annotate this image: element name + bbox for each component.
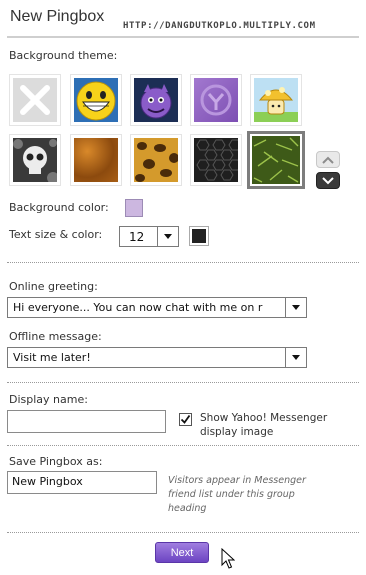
- dropdown-arrow-icon: [157, 227, 178, 246]
- header-divider: [7, 36, 359, 38]
- hex-mesh-icon: [194, 138, 238, 182]
- mushroom-icon: [254, 78, 298, 122]
- show-display-image-checkbox[interactable]: [179, 413, 192, 426]
- display-name-input[interactable]: [7, 410, 166, 433]
- online-greeting-value: Hi everyone... You can now chat with me …: [13, 301, 263, 314]
- mouse-cursor-icon: [221, 547, 236, 575]
- next-button[interactable]: Next: [155, 542, 209, 563]
- text-size-value: 12: [129, 230, 145, 244]
- orange-texture-icon: [74, 138, 118, 182]
- theme-hex-mesh[interactable]: [190, 134, 242, 186]
- background-color-swatch[interactable]: [125, 199, 143, 217]
- online-greeting-select[interactable]: Hi everyone... You can now chat with me …: [7, 297, 307, 318]
- watermark-url: HTTP://DANGDUTKOPLO.MULTIPLY.COM: [123, 21, 316, 31]
- theme-grass-selected[interactable]: [247, 131, 305, 189]
- theme-mushroom[interactable]: [250, 74, 302, 126]
- chevron-down-icon: [322, 176, 334, 184]
- grinning-smiley-icon: [74, 78, 118, 122]
- theme-scroll-up-button[interactable]: [316, 151, 340, 168]
- text-color-fill: [192, 229, 206, 243]
- text-size-color-label: Text size & color:: [9, 228, 103, 241]
- theme-scroll-down-button[interactable]: [316, 172, 340, 189]
- skulls-icon: [13, 138, 57, 182]
- no-theme-x-icon: [13, 78, 57, 122]
- theme-leopard[interactable]: [130, 134, 182, 186]
- offline-message-value: Visit me later!: [13, 351, 91, 364]
- show-display-image-label-line2: display image: [200, 426, 274, 438]
- online-greeting-label: Online greeting:: [9, 280, 98, 293]
- section-divider-2: [7, 382, 359, 383]
- page-title: New Pingbox: [10, 8, 105, 25]
- save-hint-line3: heading: [168, 503, 207, 514]
- save-pingbox-label: Save Pingbox as:: [9, 455, 103, 468]
- checkmark-icon: [180, 414, 191, 424]
- save-hint-line1: Visitors appear in Messenger: [168, 475, 306, 486]
- purple-devil-icon: [134, 78, 178, 122]
- section-divider-3: [7, 445, 359, 446]
- yahoo-logo-icon: [194, 78, 238, 122]
- grass-texture-icon: [252, 136, 300, 184]
- theme-orange-texture[interactable]: [70, 134, 122, 186]
- show-display-image-label-line1: Show Yahoo! Messenger: [200, 412, 328, 424]
- section-divider-1: [7, 262, 359, 263]
- offline-message-label: Offline message:: [9, 330, 102, 343]
- background-color-label: Background color:: [9, 201, 109, 214]
- background-theme-label: Background theme:: [9, 49, 118, 62]
- dropdown-arrow-icon: [285, 348, 306, 367]
- theme-purple-yahoo[interactable]: [190, 74, 242, 126]
- leopard-print-icon: [134, 138, 178, 182]
- text-color-swatch[interactable]: [189, 226, 209, 246]
- display-name-label: Display name:: [9, 393, 88, 406]
- theme-purple-devil[interactable]: [130, 74, 182, 126]
- dropdown-arrow-icon: [285, 298, 306, 317]
- save-pingbox-input[interactable]: New Pingbox: [7, 471, 157, 494]
- chevron-up-icon: [322, 156, 334, 164]
- save-hint-line2: friend list under this group: [168, 489, 295, 500]
- theme-grinning-smiley[interactable]: [70, 74, 122, 126]
- theme-skulls[interactable]: [9, 134, 61, 186]
- section-divider-4: [7, 532, 359, 533]
- theme-none[interactable]: [9, 74, 61, 126]
- offline-message-select[interactable]: Visit me later!: [7, 347, 307, 368]
- text-size-select[interactable]: 12: [119, 226, 179, 247]
